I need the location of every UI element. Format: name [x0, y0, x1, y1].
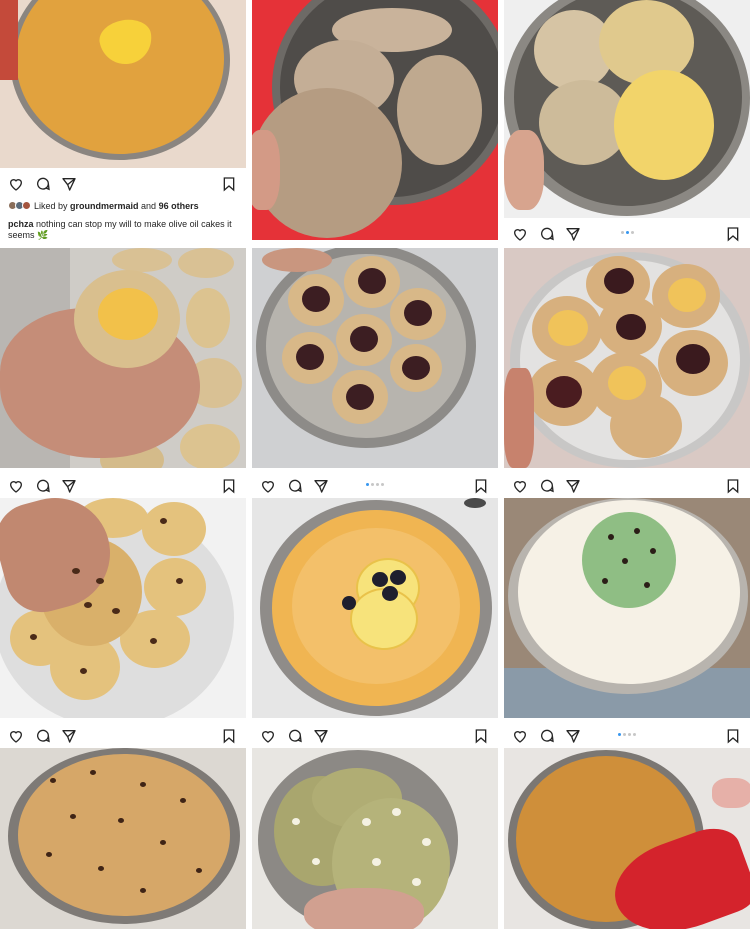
post-tile-6[interactable] — [504, 248, 750, 496]
post-tile-1[interactable]: Liked by groundmermaid and 96 others pch… — [0, 0, 246, 246]
share-icon[interactable] — [565, 226, 581, 242]
bookmark-icon[interactable] — [221, 176, 237, 192]
bookmark-icon[interactable] — [221, 478, 237, 494]
bookmark-icon[interactable] — [473, 728, 489, 744]
likes-prefix: Liked by — [34, 201, 71, 211]
share-icon[interactable] — [61, 728, 77, 744]
post-caption: pchza nothing can stop my will to make o… — [8, 219, 240, 241]
post-photo-oat-cookies[interactable] — [252, 0, 498, 240]
share-icon[interactable] — [61, 478, 77, 494]
post-tile-5[interactable] — [252, 248, 498, 496]
post-photo-cake-oven-mitt[interactable] — [504, 748, 750, 929]
post-photo-cookie-cake[interactable] — [0, 748, 246, 929]
bookmark-icon[interactable] — [725, 478, 741, 494]
liker-username[interactable]: groundmermaid — [70, 201, 139, 211]
heart-icon[interactable] — [8, 728, 24, 744]
post-photo-olive-oil-cake[interactable] — [0, 0, 246, 168]
carousel-dots — [504, 231, 750, 234]
post-tile-7[interactable] — [0, 498, 246, 746]
post-photo-lemon-thumbprint-hand[interactable] — [0, 248, 246, 468]
bookmark-icon[interactable] — [221, 728, 237, 744]
post-photo-cookies-in-pan[interactable] — [504, 0, 750, 218]
share-icon[interactable] — [61, 176, 77, 192]
post-tile-8[interactable] — [252, 498, 498, 746]
likes-count[interactable]: 96 others — [159, 201, 199, 211]
heart-icon[interactable] — [512, 478, 528, 494]
heart-icon[interactable] — [512, 728, 528, 744]
heart-icon[interactable] — [8, 176, 24, 192]
comment-icon[interactable] — [35, 478, 51, 494]
comment-icon[interactable] — [539, 478, 555, 494]
bookmark-icon[interactable] — [725, 226, 741, 242]
bookmark-icon[interactable] — [725, 728, 741, 744]
post-photo-matcha-cookies[interactable] — [252, 748, 498, 929]
bookmark-icon[interactable] — [473, 478, 489, 494]
caption-text: nothing can stop my will to make olive o… — [8, 219, 232, 240]
comment-icon[interactable] — [539, 226, 555, 242]
post-tile-2[interactable] — [252, 0, 498, 246]
comment-icon[interactable] — [35, 728, 51, 744]
heart-icon[interactable] — [512, 226, 528, 242]
post-tile-11[interactable] — [252, 748, 498, 929]
post-photo-lemon-blueberry-cake[interactable] — [252, 498, 498, 718]
post-tile-4[interactable] — [0, 248, 246, 496]
heart-icon[interactable] — [260, 728, 276, 744]
comment-icon[interactable] — [539, 728, 555, 744]
share-icon[interactable] — [565, 728, 581, 744]
post-photo-chocolate-chip-cookies[interactable] — [0, 498, 246, 718]
carousel-dots — [252, 483, 498, 486]
share-icon[interactable] — [313, 728, 329, 744]
likes-and: and — [138, 201, 159, 211]
comment-icon[interactable] — [287, 728, 303, 744]
comment-icon[interactable] — [287, 478, 303, 494]
post-tile-3[interactable] — [504, 0, 750, 246]
heart-icon[interactable] — [8, 478, 24, 494]
likes-line: Liked by groundmermaid and 96 others — [8, 201, 240, 212]
caption-username[interactable]: pchza — [8, 219, 34, 229]
post-photo-mixed-thumbprints[interactable] — [504, 248, 750, 468]
post-tile-9[interactable] — [504, 498, 750, 746]
share-icon[interactable] — [313, 478, 329, 494]
share-icon[interactable] — [565, 478, 581, 494]
post-photo-jam-thumbprints[interactable] — [252, 248, 498, 468]
comment-icon[interactable] — [35, 176, 51, 192]
post-tile-12[interactable] — [504, 748, 750, 929]
photo-grid: Liked by groundmermaid and 96 others pch… — [0, 0, 750, 929]
post-photo-mint-chip-pie[interactable] — [504, 498, 750, 718]
liker-avatars — [8, 201, 32, 210]
post-tile-10[interactable] — [0, 748, 246, 929]
heart-icon[interactable] — [260, 478, 276, 494]
carousel-dots — [504, 733, 750, 736]
